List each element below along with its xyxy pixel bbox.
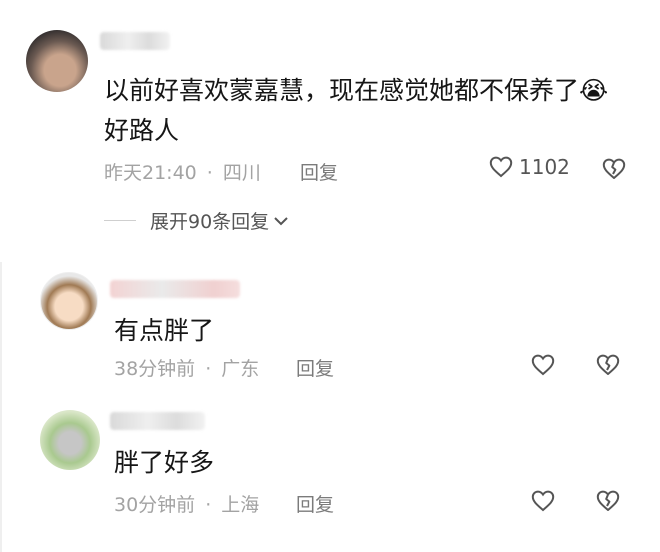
- comment-meta: 昨天21:40 · 四川: [104, 158, 261, 185]
- reply-text: 有点胖了: [114, 316, 215, 345]
- avatar[interactable]: [40, 410, 100, 470]
- location: 四川: [222, 162, 261, 184]
- timestamp: 昨天21:40: [104, 162, 197, 184]
- reply-button[interactable]: 回复: [296, 490, 334, 517]
- like-button[interactable]: 1102: [489, 155, 570, 179]
- reply-meta: 30分钟前 · 上海: [114, 490, 259, 517]
- reply-text: 胖了好多: [114, 448, 215, 477]
- comment-text: 以前好喜欢蒙嘉慧，现在感觉她都不保养了😭: [104, 76, 609, 105]
- heart-icon[interactable]: [531, 354, 555, 376]
- chevron-down-icon: [273, 215, 289, 227]
- heart-icon: [489, 156, 513, 178]
- avatar[interactable]: [26, 30, 88, 92]
- username[interactable]: [110, 412, 205, 430]
- timestamp: 38分钟前: [114, 358, 196, 380]
- reply-button[interactable]: 回复: [300, 158, 338, 185]
- crying-emoji-icon: 😭: [579, 76, 609, 105]
- reply-1: 有点胖了 38分钟前 · 广东 回复: [0, 262, 660, 402]
- like-count: 1102: [519, 155, 570, 179]
- reply-2: 胖了好多 30分钟前 · 上海 回复: [0, 398, 660, 548]
- heart-icon[interactable]: [531, 490, 555, 512]
- avatar[interactable]: [40, 272, 98, 330]
- broken-heart-icon[interactable]: [595, 490, 621, 512]
- broken-heart-icon[interactable]: [601, 158, 627, 180]
- reply-button[interactable]: 回复: [296, 354, 334, 381]
- expand-replies-label: 展开90条回复: [150, 211, 270, 233]
- separator: ·: [206, 162, 213, 184]
- broken-heart-icon[interactable]: [595, 354, 621, 376]
- expand-replies-button[interactable]: 展开90条回复: [104, 207, 289, 234]
- separator: ·: [205, 494, 212, 516]
- reply-meta: 38分钟前 · 广东: [114, 354, 259, 381]
- location: 广东: [221, 358, 260, 380]
- timestamp: 30分钟前: [114, 494, 196, 516]
- location: 上海: [221, 494, 260, 516]
- divider: [104, 220, 136, 221]
- username[interactable]: [100, 32, 170, 50]
- comment-1: 以前好喜欢蒙嘉慧，现在感觉她都不保养了😭 好路人 昨天21:40 · 四川 回复 1…: [0, 0, 660, 200]
- comment-text-line2: 好路人: [104, 116, 180, 145]
- separator: ·: [205, 358, 212, 380]
- username[interactable]: [110, 280, 240, 298]
